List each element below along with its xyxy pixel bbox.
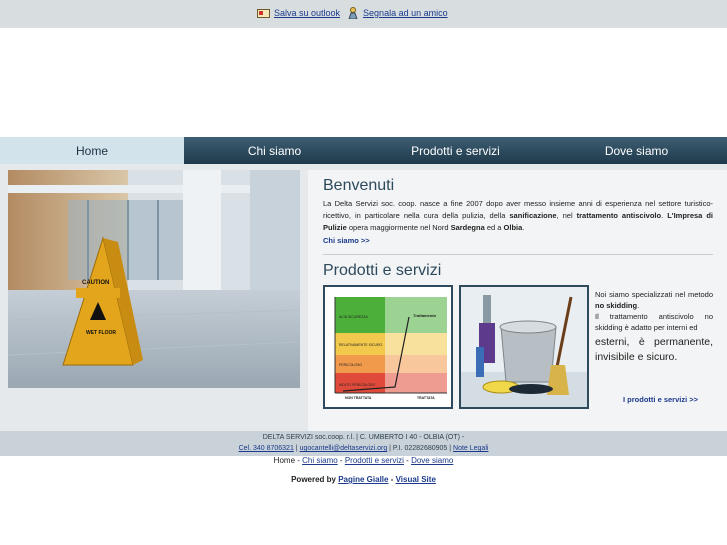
main-nav: Home Chi siamo Prodotti e servizi Dove s… [0,137,727,164]
footer-piva: | P.I. 02282680905 | [387,445,454,452]
tell-friend-link[interactable]: Segnala ad un amico [348,7,448,19]
save-outlook-link[interactable]: Salva su outlook [257,7,340,19]
nav-dove-siamo[interactable]: Dove siamo [546,137,727,164]
bottom-nav-dove-siamo[interactable]: Dove siamo [411,456,453,465]
content-area: CAUTION WET FLOOR Benvenuti La Delta Ser… [0,164,727,431]
welcome-text-sardegna: Sardegna [450,223,485,232]
chart-label-treated: TRATTATA [417,396,435,400]
welcome-text-olbia: Olbia [503,223,523,232]
products-desc-1a: Noi siamo specializzati nel metodo [595,290,713,299]
cleaning-products-image[interactable] [459,285,589,409]
bottom-nav: Home - Chi siamo - Prodotti e servizi - … [0,456,727,465]
top-bar: Salva su outlook Segnala ad un amico [0,0,727,28]
footer-phone[interactable]: Cel. 340 8706321 [239,445,294,452]
bottom-nav-chi-siamo[interactable]: Chi siamo [302,456,338,465]
welcome-text-p4: opera maggiormente nel Nord [346,223,451,232]
bottom-nav-home[interactable]: Home [274,456,295,465]
footer-address: DELTA SERVIZI soc.coop. r.l. | C. UMBERT… [262,434,465,441]
wet-floor-photo: CAUTION WET FLOOR [8,170,300,388]
footer: DELTA SERVIZI soc.coop. r.l. | C. UMBERT… [0,431,727,456]
powered-by: Powered by Pagine Gialle - Visual Site [0,475,727,484]
tell-friend-label: Segnala ad un amico [363,8,448,18]
bottom-nav-prodotti[interactable]: Prodotti e servizi [345,456,404,465]
products-desc-3: esterni, è permanente, invisibile e sicu… [595,336,713,363]
products-desc-2: Il trattamento antiscivolo no skidding è… [595,312,713,332]
nav-home[interactable]: Home [0,137,184,164]
products-description: Noi siamo specializzati nel metodo no sk… [595,289,713,365]
welcome-text: La Delta Servizi soc. coop. nasce a fine… [323,198,713,234]
right-column: Benvenuti La Delta Servizi soc. coop. na… [308,170,727,431]
products-desc-1b: no skidding [595,301,638,310]
save-outlook-label: Salva su outlook [274,8,341,18]
pagine-gialle-link[interactable]: Pagine Gialle [338,475,388,484]
welcome-text-p6: . [522,223,525,232]
welcome-text-sanificazione: sanificazione [509,211,557,220]
sign-wet-floor-text: WET FLOOR [86,330,116,336]
chart-label-treatment: Trattamento [413,313,437,318]
visual-site-link[interactable]: Visual Site [396,475,436,484]
welcome-text-p2: , nel [556,211,577,220]
products-title: Prodotti e servizi [323,262,442,279]
powered-by-label: Powered by [291,475,339,484]
outlook-icon [257,8,270,18]
welcome-title: Benvenuti [323,177,395,194]
chart-label-untreated: NON TRATTATA [345,396,372,400]
welcome-text-p5: ed a [484,223,504,232]
bottom-nav-sep-3: - [403,456,412,465]
products-more-link[interactable]: I prodotti e servizi >> [623,395,698,404]
chi-siamo-more-link[interactable]: Chi siamo >> [323,236,370,245]
top-links: Salva su outlook Segnala ad un amico [257,7,448,19]
nav-chi-siamo[interactable]: Chi siamo [184,137,365,164]
bottom-nav-sep-2: - [337,456,345,465]
sign-caution-text: CAUTION [82,280,110,286]
chart-label-danger: PERICOLOSO [339,363,363,367]
chart-label-very-danger: MOLTO PERICOLOSO [339,383,376,387]
products-desc-1c: . [637,301,640,310]
welcome-text-antiscivolo: trattamento antiscivolo [576,211,662,220]
nav-prodotti-servizi[interactable]: Prodotti e servizi [365,137,546,164]
chart-label-medium: RELATIVAMENTE SICURO [339,343,383,347]
footer-email[interactable]: ugocantelli@deltaservizi.org [300,445,388,452]
antiskid-chart-image[interactable]: ALTA SICUREZZA Trattamento RELATIVAMENTE… [323,285,453,409]
section-divider [323,254,713,255]
powered-by-dash: - [388,475,396,484]
chart-label-high: ALTA SICUREZZA [339,315,368,319]
footer-contacts: Cel. 340 8706321 | ugocantelli@deltaserv… [0,443,727,454]
products-desc-1: Noi siamo specializzati nel metodo no sk… [595,289,713,311]
footer-legal-link[interactable]: Note Legali [453,445,488,452]
person-icon [348,7,359,19]
